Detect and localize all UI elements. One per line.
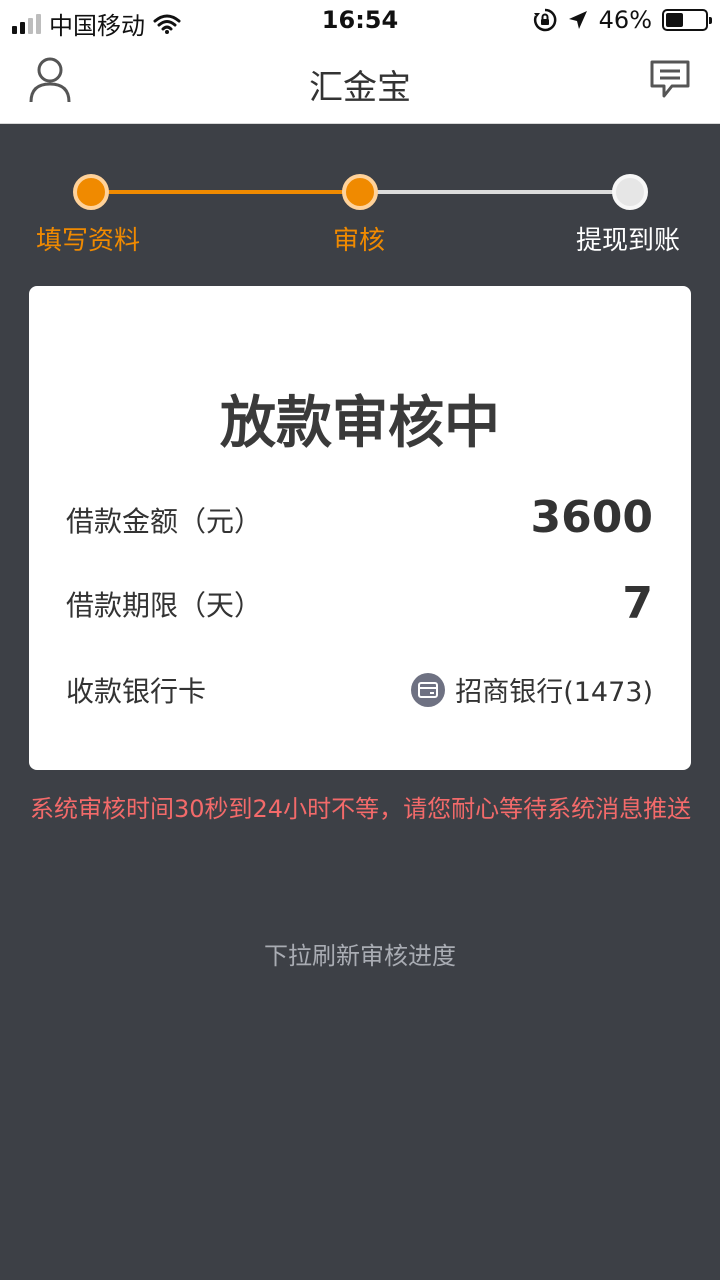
review-card: 放款审核中 借款金额（元） 3600 借款期限（天） 7 收款银行卡 招商银行(… (29, 286, 691, 770)
review-status-title: 放款审核中 (220, 391, 500, 456)
step-label-review: 审核 (333, 226, 386, 256)
bank-card-icon (411, 672, 446, 707)
step-dot-withdraw (612, 174, 648, 210)
loan-term-label: 借款期限（天） (66, 589, 263, 622)
battery-percent: 46% (598, 6, 652, 34)
step-dot-fill-info (73, 174, 109, 210)
loan-amount-label: 借款金额（元） (66, 505, 263, 538)
battery-fill (666, 13, 683, 27)
nav-bar: 汇金宝 (0, 40, 720, 124)
bank-card-value: 招商银行(1473) (411, 670, 653, 709)
pull-to-refresh-hint: 下拉刷新审核进度 (264, 942, 456, 970)
step-line-pending (360, 190, 630, 194)
bank-card-name: 招商银行(1473) (455, 677, 653, 708)
rotation-lock-icon (533, 8, 557, 32)
location-icon (568, 11, 587, 29)
status-bar: 中国移动 16:54 46% (0, 0, 720, 40)
step-line-done (92, 190, 360, 194)
review-notice: 系统审核时间30秒到24小时不等，请您耐心等待系统消息推送 (30, 795, 692, 823)
page-title: 汇金宝 (309, 68, 411, 108)
progress-steps: 填写资料 审核 提现到账 (0, 124, 720, 274)
battery-icon (662, 9, 712, 31)
step-label-fill-info: 填写资料 (36, 226, 141, 256)
message-icon[interactable] (648, 58, 692, 100)
loan-term-value: 7 (622, 578, 653, 629)
loan-amount-value: 3600 (530, 492, 653, 543)
step-dot-review (342, 174, 378, 210)
status-right: 46% (533, 6, 712, 34)
step-label-withdraw: 提现到账 (576, 226, 681, 256)
bank-card-label: 收款银行卡 (66, 675, 207, 708)
